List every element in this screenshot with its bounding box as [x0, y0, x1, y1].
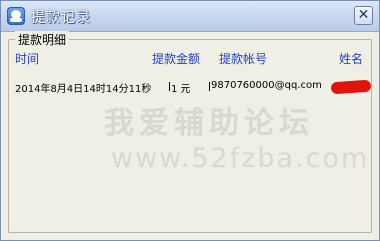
group-legend: 提款明细	[15, 31, 70, 48]
column-separator	[209, 82, 210, 91]
name-redaction-mark	[330, 79, 372, 95]
title-bar[interactable]: 提款记录 ✕	[1, 1, 379, 32]
column-header-time[interactable]: 时间	[15, 50, 39, 67]
close-button[interactable]: ✕	[354, 6, 373, 25]
window-title: 提款记录	[31, 10, 91, 26]
watermark-url: www.52fzba.com	[111, 143, 370, 174]
cell-account: 9870760000@qq.com	[211, 80, 322, 91]
column-header-name[interactable]: 姓名	[339, 50, 363, 67]
watermark-text: 我爱辅助论坛	[104, 106, 314, 141]
close-icon: ✕	[357, 7, 370, 23]
column-separator	[169, 82, 170, 91]
app-avatar-icon	[7, 7, 25, 25]
cell-amount: 1 元	[171, 84, 191, 95]
column-header-account[interactable]: 提款帐号	[219, 50, 267, 67]
withdrawal-record-window: 提款记录 ✕ 提款明细 时间 提款金额 提款帐号 姓名 2014年8月4日14时…	[0, 0, 380, 241]
table-row[interactable]: 2014年8月4日14时14分11秒 1 元 9870760000@qq.com	[15, 79, 372, 96]
column-header-amount[interactable]: 提款金额	[152, 50, 200, 67]
cell-time: 2014年8月4日14时14分11秒	[15, 84, 152, 95]
